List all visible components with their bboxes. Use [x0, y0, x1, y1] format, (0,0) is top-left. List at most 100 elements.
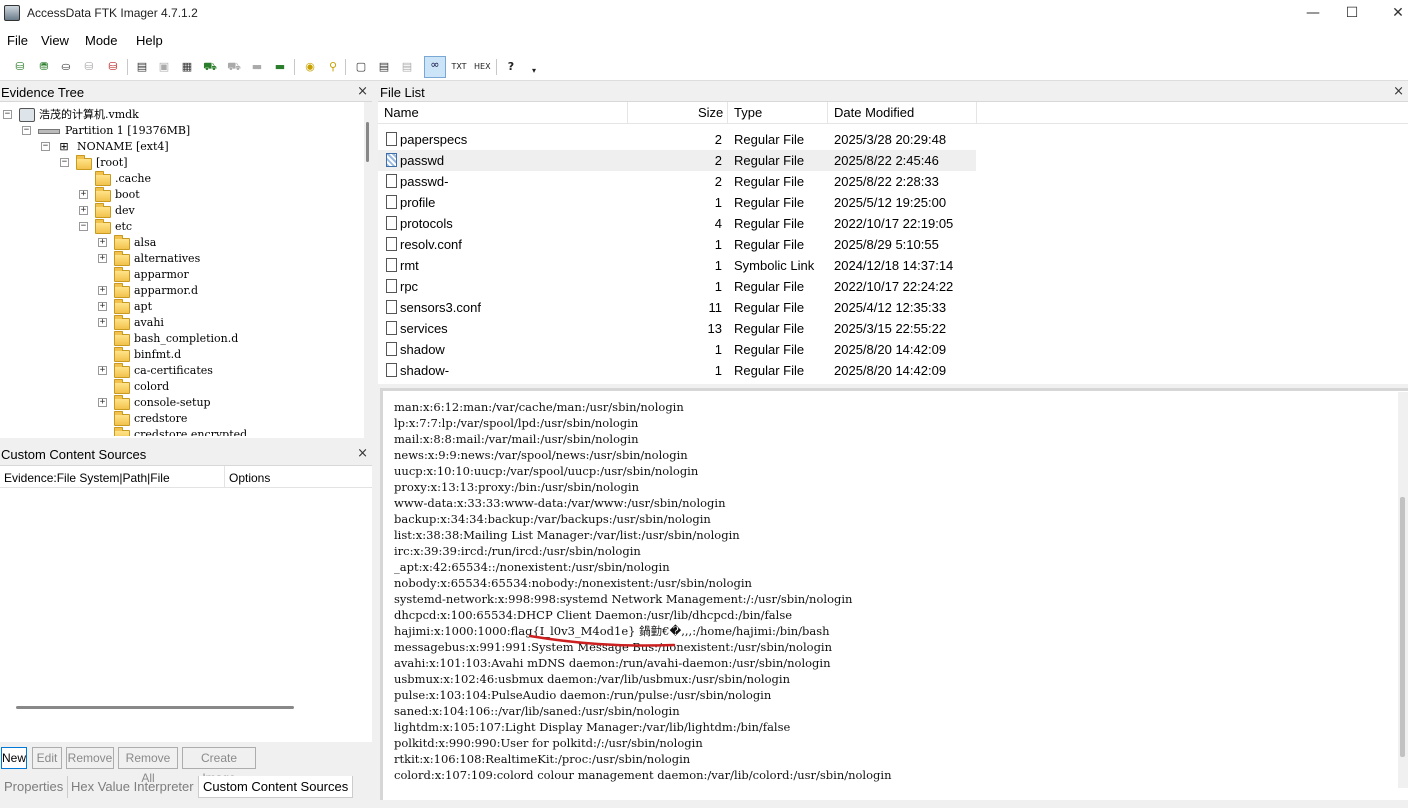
text-viewer-scrollbar[interactable] [1398, 392, 1408, 788]
export-hash-list-icon[interactable]: ▤ [376, 59, 392, 75]
expand-icon[interactable]: + [98, 254, 107, 263]
remove-all-button[interactable]: Remove All [118, 747, 178, 785]
evidence-tree-scroll-thumb[interactable] [366, 122, 369, 162]
maximize-button[interactable]: ☐ [1329, 0, 1375, 28]
remove-all-evidence-icon[interactable]: ⛁ [105, 59, 121, 75]
create-disk-image-icon[interactable]: ▤ [134, 59, 150, 75]
tree-item-label: alternatives [134, 252, 201, 265]
expand-icon[interactable]: + [79, 206, 88, 215]
tree-item[interactable]: − 浩茂的计算机.vmdk [0, 107, 360, 123]
file-row[interactable]: shadow- 1 Regular File 2025/8/20 14:42:09 [378, 360, 976, 381]
tree-item[interactable]: + console-setup [0, 395, 360, 411]
file-row[interactable]: shadow 1 Regular File 2025/8/20 14:42:09 [378, 339, 976, 360]
decrypt-icon[interactable]: ▬ [249, 59, 265, 75]
menu-mode[interactable]: Mode [85, 33, 118, 48]
tree-item[interactable]: + boot [0, 187, 360, 203]
remove-evidence-icon[interactable]: ⛁ [81, 59, 97, 75]
tree-item[interactable]: credstore.encrypted [0, 427, 360, 436]
add-all-devices-icon[interactable]: ⛃ [36, 59, 52, 75]
tree-item[interactable]: + dev [0, 203, 360, 219]
tree-item[interactable]: binfmt.d [0, 347, 360, 363]
expand-icon[interactable]: + [98, 238, 107, 247]
file-row[interactable]: paperspecs 2 Regular File 2025/3/28 20:29:4… [378, 129, 976, 150]
custom-content-sources-close-icon[interactable]: × [357, 446, 368, 461]
create-image-button[interactable]: Create Image [182, 747, 256, 785]
file-row[interactable]: resolv.conf 1 Regular File 2025/8/29 5:10:5… [378, 234, 976, 255]
column-evidence-path[interactable]: Evidence:File System|Path|File [4, 471, 170, 485]
new-button[interactable]: New [1, 747, 27, 769]
collapse-icon[interactable]: − [41, 142, 50, 151]
dropdown-arrow-icon[interactable]: ▾ [526, 63, 542, 79]
export-logical-image-icon[interactable]: ▦ [179, 59, 195, 75]
obtain-protected-files-icon[interactable]: ◉ [302, 59, 318, 75]
edit-button[interactable]: Edit [32, 747, 62, 769]
tree-item[interactable]: + avahi [0, 315, 360, 331]
tree-item[interactable]: credstore [0, 411, 360, 427]
tree-item[interactable]: + apt [0, 299, 360, 315]
tree-item[interactable]: − ⊞ NONAME [ext4] [0, 139, 360, 155]
capture-memory-icon[interactable]: ▬ [272, 59, 288, 75]
tree-item[interactable]: colord [0, 379, 360, 395]
hex-view-icon[interactable]: HEX [474, 59, 491, 75]
tree-item[interactable]: + alternatives [0, 251, 360, 267]
tree-item[interactable]: + apparmor.d [0, 283, 360, 299]
file-row[interactable]: protocols 4 Regular File 2022/10/17 22:19:0… [378, 213, 976, 234]
export-files-icon[interactable]: ▢ [353, 59, 369, 75]
collapse-icon[interactable]: − [22, 126, 31, 135]
export-directory-listing-icon[interactable]: ▤ [399, 59, 415, 75]
file-row[interactable]: passwd 2 Regular File 2025/8/22 2:45:46 [378, 150, 976, 171]
remove-button[interactable]: Remove [66, 747, 114, 769]
tab-custom-content-sources[interactable]: Custom Content Sources [198, 776, 354, 798]
expand-icon[interactable]: + [98, 286, 107, 295]
tree-item[interactable]: + ca-certificates [0, 363, 360, 379]
image-mounting-icon[interactable]: ⛀ [58, 59, 74, 75]
text-view-icon[interactable]: TXT [451, 59, 467, 75]
file-row[interactable]: profile 1 Regular File 2025/5/12 19:25:00 [378, 192, 976, 213]
text-line: colord:x:107:109:colord colour managemen… [394, 768, 892, 782]
help-icon[interactable]: ? [503, 59, 519, 75]
expand-icon[interactable]: + [98, 302, 107, 311]
column-date-modified[interactable]: Date Modified [834, 105, 914, 120]
text-viewer[interactable]: man:x:6:12:man:/var/cache/man:/usr/sbin/… [380, 388, 1408, 800]
column-options[interactable]: Options [229, 471, 270, 485]
tree-item[interactable]: bash_completion.d [0, 331, 360, 347]
tree-item[interactable]: − etc [0, 219, 360, 235]
tab-properties[interactable]: Properties [0, 776, 69, 798]
custom-content-sources-scrollbar[interactable] [16, 706, 294, 709]
column-type[interactable]: Type [734, 105, 762, 120]
file-row[interactable]: passwd- 2 Regular File 2025/8/22 2:28:33 [378, 171, 976, 192]
column-name[interactable]: Name [384, 105, 419, 120]
auto-view-icon[interactable]: ∞ [424, 56, 446, 78]
collapse-icon[interactable]: − [60, 158, 69, 167]
add-to-custom-content-icon[interactable]: ⛟ [202, 59, 218, 75]
expand-icon[interactable]: + [98, 398, 107, 407]
tab-hex-value-interpreter[interactable]: Hex Value Interpreter [67, 776, 199, 798]
collapse-icon[interactable]: − [79, 222, 88, 231]
text-viewer-scroll-thumb[interactable] [1400, 497, 1405, 757]
menu-help[interactable]: Help [136, 33, 163, 48]
create-custom-image-icon[interactable]: ⛟ [226, 59, 242, 75]
export-disk-image-icon[interactable]: ▣ [156, 59, 172, 75]
file-row[interactable]: services 13 Regular File 2025/3/15 22:55:22 [378, 318, 976, 339]
tree-item[interactable]: .cache [0, 171, 360, 187]
expand-icon[interactable]: + [79, 190, 88, 199]
expand-icon[interactable]: + [98, 366, 107, 375]
tree-item[interactable]: − [root] [0, 155, 360, 171]
file-list-close-icon[interactable]: × [1393, 84, 1404, 99]
tree-item[interactable]: − Partition 1 [19376MB] [0, 123, 360, 139]
menu-file[interactable]: File [7, 33, 28, 48]
evidence-tree-close-icon[interactable]: × [357, 84, 368, 99]
menu-view[interactable]: View [41, 33, 69, 48]
expand-icon[interactable]: + [98, 318, 107, 327]
close-button[interactable]: ✕ [1375, 0, 1408, 28]
column-size[interactable]: Size [698, 105, 723, 120]
detect-encryption-icon[interactable]: ⚲ [325, 59, 341, 75]
tree-item[interactable]: + alsa [0, 235, 360, 251]
file-row[interactable]: rpc 1 Regular File 2022/10/17 22:24:22 [378, 276, 976, 297]
tree-item[interactable]: apparmor [0, 267, 360, 283]
collapse-icon[interactable]: − [3, 110, 12, 119]
file-row[interactable]: sensors3.conf 11 Regular File 2025/4/12 12:… [378, 297, 976, 318]
evidence-tree-scrollbar[interactable] [364, 102, 372, 438]
add-evidence-icon[interactable]: ⛁ [12, 59, 28, 75]
file-row[interactable]: rmt 1 Symbolic Link 2024/12/18 14:37:14 [378, 255, 976, 276]
